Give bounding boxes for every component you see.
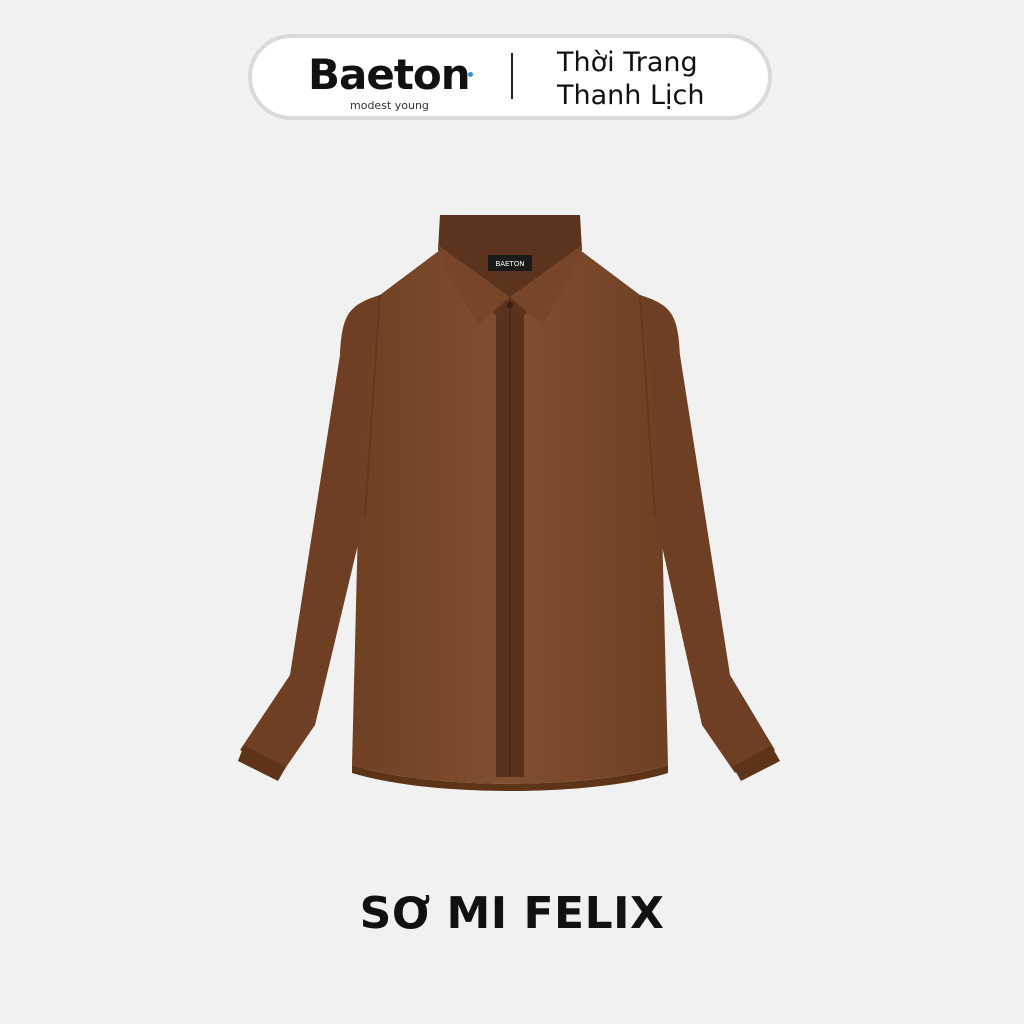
header-divider (511, 53, 513, 99)
product-name: SƠ MI FELIX (359, 888, 665, 939)
brand-slogan: Thời Trang Thanh Lịch (557, 46, 704, 112)
brand-header-pill: Baeton modest young Thời Trang Thanh Lịc… (248, 34, 772, 120)
brand-tagline: modest young (350, 99, 429, 112)
slogan-line-1: Thời Trang (557, 47, 698, 78)
collar-label-text: BAETON (495, 260, 524, 268)
shirt-product-image: BAETON (238, 215, 780, 791)
logo-dot-icon (468, 72, 473, 77)
brand-logo: Baeton (308, 50, 471, 99)
slogan-line-2: Thanh Lịch (557, 80, 705, 111)
